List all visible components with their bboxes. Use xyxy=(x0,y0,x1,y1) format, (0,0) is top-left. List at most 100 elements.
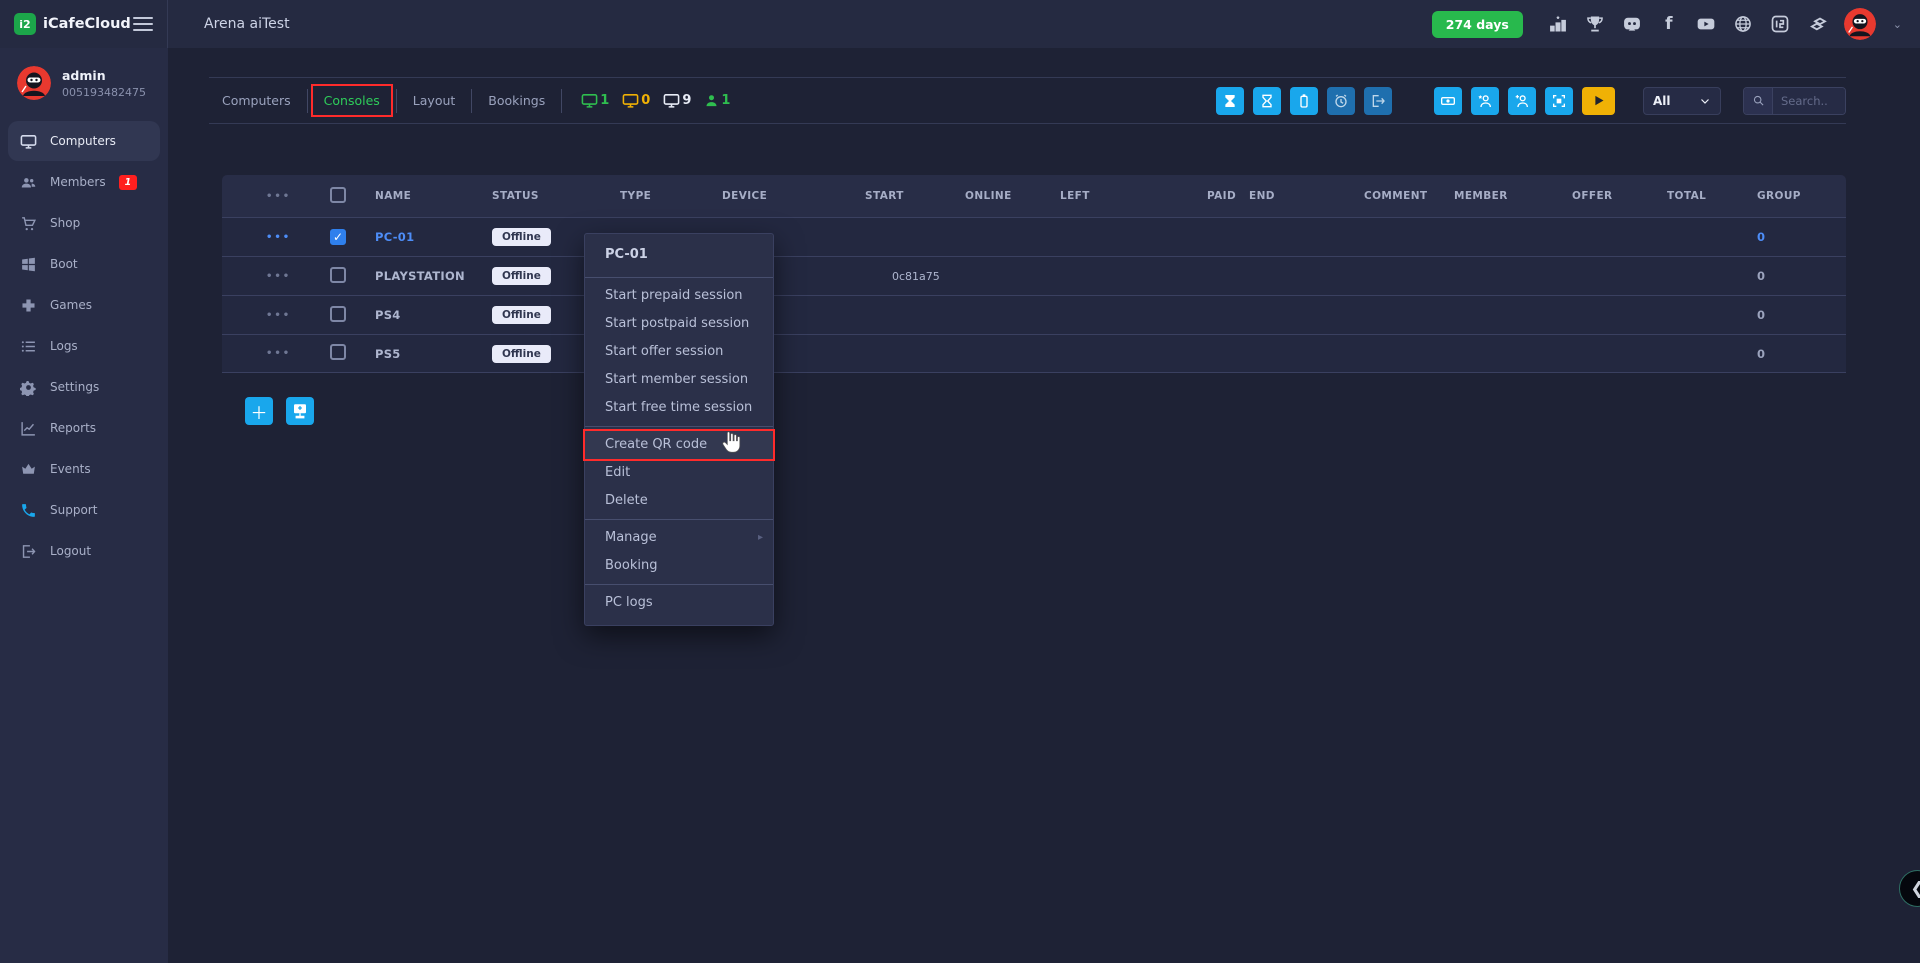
cash-button[interactable] xyxy=(1434,87,1462,115)
col-header-online[interactable]: ONLINE xyxy=(965,190,1060,202)
logout-icon xyxy=(20,543,37,560)
table-row-ps5[interactable]: ••• PS5 Offline 0 xyxy=(222,334,1846,373)
col-header-offer[interactable]: OFFER xyxy=(1572,190,1667,202)
sidebar-item-shop[interactable]: Shop xyxy=(8,203,160,243)
counter-pc-on: 1 xyxy=(581,92,609,109)
user-avatar[interactable] xyxy=(1844,8,1876,40)
cell-group[interactable]: 0 xyxy=(1757,308,1846,322)
app-logo[interactable]: i2 iCafeCloud xyxy=(14,13,131,35)
globe-icon[interactable] xyxy=(1733,14,1753,34)
type-filter-select[interactable]: All xyxy=(1643,87,1721,115)
row-checkbox[interactable]: ✓ xyxy=(330,229,346,245)
tab-computers[interactable]: Computers xyxy=(209,84,304,117)
sidebar-item-settings[interactable]: Settings xyxy=(8,367,160,407)
row-checkbox[interactable] xyxy=(330,267,346,283)
cell-group[interactable]: 0 xyxy=(1757,347,1846,361)
sidebar-item-logout[interactable]: Logout xyxy=(8,531,160,571)
cash-icon xyxy=(1440,93,1456,109)
menu-item-start-postpaid-session[interactable]: Start postpaid session xyxy=(585,310,773,338)
monitor-icon xyxy=(663,92,680,109)
bottom-actions: ＋ xyxy=(245,397,314,425)
sidebar-item-boot[interactable]: Boot xyxy=(8,244,160,284)
col-header-total[interactable]: TOTAL xyxy=(1667,190,1757,202)
sidebar-item-support[interactable]: Support xyxy=(8,490,160,530)
postpaid-session-button[interactable] xyxy=(1253,87,1281,115)
sidebar-item-computers[interactable]: Computers xyxy=(8,121,160,161)
row-menu-dots[interactable]: ••• xyxy=(222,348,330,359)
col-header-name[interactable]: NAME xyxy=(375,190,492,202)
menu-item-start-offer-session[interactable]: Start offer session xyxy=(585,338,773,366)
tab-separator xyxy=(561,89,562,113)
col-header-group[interactable]: GROUP xyxy=(1757,190,1846,202)
cell-name[interactable]: PLAYSTATION xyxy=(375,269,492,283)
sidebar-item-events[interactable]: Events xyxy=(8,449,160,489)
row-menu-dots[interactable]: ••• xyxy=(222,232,330,243)
cell-group[interactable]: 0 xyxy=(1757,230,1846,244)
menu-item-manage[interactable]: Manage ▸ xyxy=(585,524,773,552)
tab-bookings[interactable]: Bookings xyxy=(475,84,558,117)
menu-item-booking[interactable]: Booking xyxy=(585,552,773,580)
status-badge: Offline xyxy=(492,267,551,285)
add-member-star-button[interactable] xyxy=(1471,87,1499,115)
hourglass-filled-icon xyxy=(1222,93,1238,109)
search-input[interactable] xyxy=(1773,88,1845,114)
menu-item-start-prepaid-session[interactable]: Start prepaid session xyxy=(585,282,773,310)
table-row-playstation[interactable]: ••• PLAYSTATION Offline 0 xyxy=(222,256,1846,295)
menu-item-start-member-session[interactable]: Start member session xyxy=(585,366,773,394)
icafecloud-icon[interactable] xyxy=(1770,14,1790,34)
menu-item-start-free-time-session[interactable]: Start free time session xyxy=(585,394,773,422)
sidebar-item-games[interactable]: Games xyxy=(8,285,160,325)
col-header-type[interactable]: TYPE xyxy=(620,190,722,202)
tab-consoles[interactable]: Consoles xyxy=(311,84,393,117)
ranking-icon[interactable] xyxy=(1548,14,1568,34)
cell-name[interactable]: PC-01 xyxy=(375,230,492,244)
cell-name[interactable]: PS4 xyxy=(375,308,492,322)
cell-group[interactable]: 0 xyxy=(1757,269,1846,283)
sidebar-item-logs[interactable]: Logs xyxy=(8,326,160,366)
row-checkbox[interactable] xyxy=(330,344,346,360)
facebook-icon[interactable]: f xyxy=(1659,14,1679,34)
add-console-button[interactable]: ＋ xyxy=(245,397,273,425)
discord-icon[interactable] xyxy=(1622,14,1642,34)
prepaid-session-button[interactable] xyxy=(1216,87,1244,115)
add-console-device-button[interactable] xyxy=(286,397,314,425)
col-header-device[interactable]: DEVICE xyxy=(722,190,865,202)
add-member-button[interactable] xyxy=(1508,87,1536,115)
col-header-comment[interactable]: COMMENT xyxy=(1364,190,1454,202)
action-toolbar: All xyxy=(1216,87,1846,115)
hamburger-menu-icon[interactable] xyxy=(133,13,153,35)
select-all-checkbox[interactable] xyxy=(330,187,346,203)
col-header-start[interactable]: START xyxy=(865,190,965,202)
table-header-row: ••• NAME STATUS TYPE DEVICE START ONLINE… xyxy=(222,175,1846,217)
row-checkbox[interactable] xyxy=(330,306,346,322)
start-button[interactable] xyxy=(1582,87,1615,115)
table-row-ps4[interactable]: ••• PS4 Offline 0 xyxy=(222,295,1846,334)
col-header-member[interactable]: MEMBER xyxy=(1454,190,1572,202)
tab-layout[interactable]: Layout xyxy=(400,84,469,117)
qr-scan-button[interactable] xyxy=(1545,87,1573,115)
sidebar: admin 005193482475 Computers Members 1 S… xyxy=(0,48,168,963)
row-menu-dots[interactable]: ••• xyxy=(222,271,330,282)
trophy-icon[interactable] xyxy=(1585,14,1605,34)
table-row-pc-01[interactable]: ••• ✓ PC-01 Offline 0 xyxy=(222,217,1846,256)
col-header-end[interactable]: END xyxy=(1249,190,1364,202)
checkout-button[interactable] xyxy=(1364,87,1392,115)
youtube-icon[interactable] xyxy=(1696,14,1716,34)
menu-item-edit[interactable]: Edit xyxy=(585,459,773,487)
alarm-button[interactable] xyxy=(1327,87,1355,115)
layers-icon[interactable] xyxy=(1807,14,1827,34)
gear-icon xyxy=(20,379,37,396)
col-header-paid[interactable]: PAID xyxy=(1207,190,1249,202)
col-header-left[interactable]: LEFT xyxy=(1060,190,1207,202)
cell-name[interactable]: PS5 xyxy=(375,347,492,361)
col-header-status[interactable]: STATUS xyxy=(492,190,620,202)
menu-item-delete[interactable]: Delete xyxy=(585,487,773,515)
mobile-session-button[interactable] xyxy=(1290,87,1318,115)
sidebar-item-label: Boot xyxy=(50,257,78,271)
license-days-badge[interactable]: 274 days xyxy=(1432,11,1523,38)
sidebar-item-reports[interactable]: Reports xyxy=(8,408,160,448)
sidebar-item-members[interactable]: Members 1 xyxy=(8,162,160,202)
avatar-chevron-down-icon[interactable]: ⌄ xyxy=(1893,18,1902,31)
menu-item-pc-logs[interactable]: PC logs xyxy=(585,589,773,617)
row-menu-dots[interactable]: ••• xyxy=(222,310,330,321)
